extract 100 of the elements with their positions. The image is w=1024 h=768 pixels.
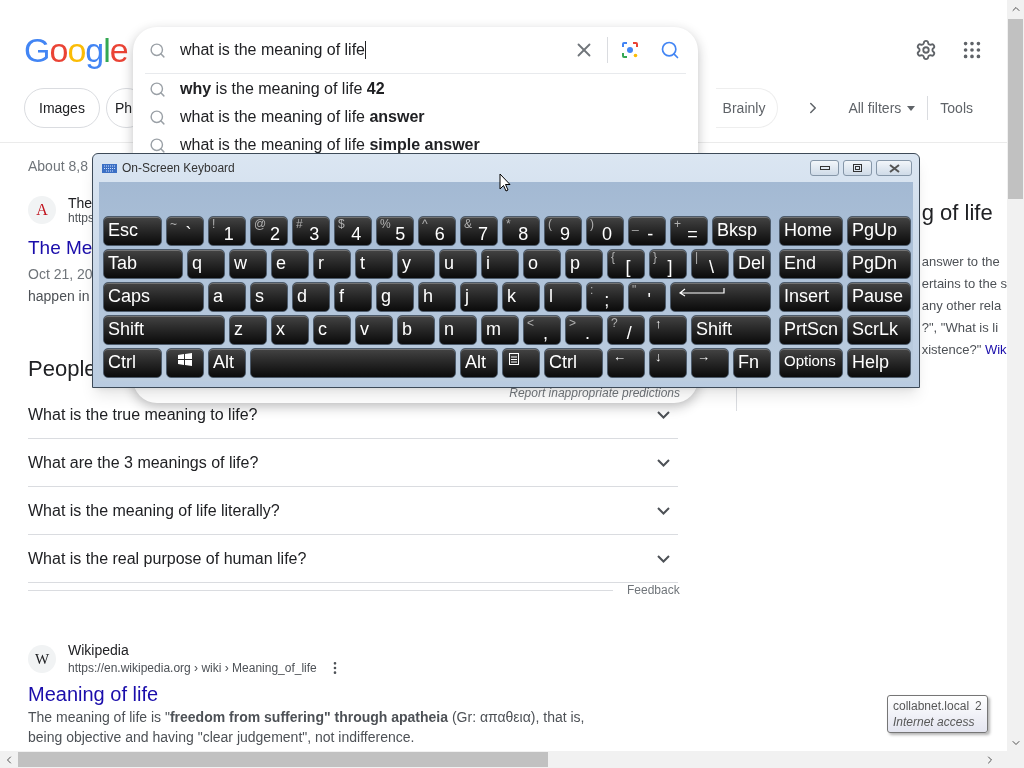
keyboard-key[interactable]: g — [376, 282, 414, 312]
keyboard-key[interactable]: ↑ — [649, 315, 687, 345]
keyboard-key[interactable]: PgUp — [847, 216, 911, 246]
keyboard-key[interactable]: $ 4 — [334, 216, 372, 246]
keyboard-key[interactable]: m — [481, 315, 519, 345]
keyboard-key[interactable]: { [ — [607, 249, 645, 279]
wikipedia-link[interactable]: Wik — [984, 342, 1007, 357]
keyboard-key[interactable]: h — [418, 282, 456, 312]
close-button[interactable] — [876, 160, 912, 176]
keyboard-key[interactable]: s — [250, 282, 288, 312]
keyboard-key[interactable]: r — [313, 249, 351, 279]
space-key[interactable] — [250, 348, 456, 378]
scrollbar-thumb[interactable] — [18, 752, 548, 767]
keyboard-key[interactable]: } ] — [649, 249, 687, 279]
keyboard-key[interactable]: & 7 — [460, 216, 498, 246]
keyboard-key[interactable]: u — [439, 249, 477, 279]
keyboard-key[interactable]: w — [229, 249, 267, 279]
keyboard-key[interactable]: Pause — [847, 282, 911, 312]
keyboard-key[interactable]: < , — [523, 315, 561, 345]
scrollbar-thumb[interactable] — [1008, 19, 1023, 199]
keyboard-key[interactable]: _ - — [628, 216, 666, 246]
minimize-button[interactable] — [810, 160, 839, 176]
keyboard-key[interactable]: Fn — [733, 348, 771, 378]
keyboard-key[interactable]: Shift — [691, 315, 771, 345]
keyboard-key[interactable]: Alt — [460, 348, 498, 378]
keyboard-key[interactable]: ~ ` — [166, 216, 204, 246]
question-row[interactable]: What is the real purpose of human life? — [28, 535, 678, 583]
question-row[interactable]: What is the meaning of life literally? — [28, 487, 678, 535]
keyboard-key[interactable]: c — [313, 315, 351, 345]
settings-icon[interactable] — [915, 39, 937, 61]
keyboard-key[interactable]: Home — [779, 216, 843, 246]
keyboard-key[interactable]: @ 2 — [250, 216, 288, 246]
keyboard-key[interactable]: → — [691, 348, 729, 378]
keyboard-key[interactable]: Shift — [103, 315, 225, 345]
search-icon[interactable] — [660, 40, 680, 60]
keyboard-key[interactable]: o — [523, 249, 561, 279]
keyboard-key[interactable]: ! 1 — [208, 216, 246, 246]
tools-button[interactable]: Tools — [940, 90, 973, 126]
keyboard-key[interactable]: PgDn — [847, 249, 911, 279]
result-title-link[interactable]: The Me — [28, 235, 93, 261]
keyboard-key[interactable]: Options — [779, 348, 843, 378]
keyboard-key[interactable]: * 8 — [502, 216, 540, 246]
keyboard-key[interactable]: + = — [670, 216, 708, 246]
horizontal-scrollbar[interactable] — [0, 751, 1024, 768]
keyboard-key[interactable]: n — [439, 315, 477, 345]
feedback-link[interactable]: Feedback — [627, 581, 680, 599]
menu-key[interactable] — [502, 348, 540, 378]
question-row[interactable]: What are the 3 meanings of life? — [28, 439, 678, 487]
keyboard-key[interactable]: b — [397, 315, 435, 345]
keyboard-key[interactable]: ( 9 — [544, 216, 582, 246]
all-filters-button[interactable]: All filters — [848, 90, 916, 126]
keyboard-key[interactable]: Alt — [208, 348, 246, 378]
apps-grid-icon[interactable] — [961, 39, 983, 61]
keyboard-key[interactable]: Caps — [103, 282, 204, 312]
keyboard-key[interactable]: ) 0 — [586, 216, 624, 246]
keyboard-key[interactable]: Insert — [779, 282, 843, 312]
keyboard-key[interactable]: ScrLk — [847, 315, 911, 345]
keyboard-key[interactable]: ^ 6 — [418, 216, 456, 246]
keyboard-key[interactable]: Del — [733, 249, 771, 279]
keyboard-key[interactable]: > . — [565, 315, 603, 345]
keyboard-key[interactable]: | \ — [691, 249, 729, 279]
keyboard-key[interactable]: p — [565, 249, 603, 279]
keyboard-key[interactable]: y — [397, 249, 435, 279]
keyboard-key[interactable]: % 5 — [376, 216, 414, 246]
vertical-scrollbar[interactable] — [1007, 0, 1024, 751]
keyboard-key[interactable]: l — [544, 282, 582, 312]
search-field[interactable]: what is the meaning of life — [180, 38, 573, 62]
restore-button[interactable] — [843, 160, 872, 176]
keyboard-key[interactable]: Ctrl — [544, 348, 603, 378]
keyboard-key[interactable]: i — [481, 249, 519, 279]
keyboard-key[interactable]: ← — [607, 348, 645, 378]
keyboard-key[interactable]: ? / — [607, 315, 645, 345]
keyboard-key[interactable]: q — [187, 249, 225, 279]
keyboard-key[interactable]: PrtScn — [779, 315, 843, 345]
return-arrow-icon — [677, 287, 725, 297]
keyboard-key[interactable]: f — [334, 282, 372, 312]
enter-key[interactable] — [670, 282, 771, 312]
keyboard-key[interactable]: ↓ — [649, 348, 687, 378]
result-title-link[interactable]: Meaning of life — [28, 681, 159, 707]
google-logo[interactable]: Google — [24, 30, 128, 70]
camera-lens-icon[interactable] — [620, 40, 640, 60]
keyboard-key[interactable]: # 3 — [292, 216, 330, 246]
keyboard-key[interactable]: a — [208, 282, 246, 312]
keyboard-key[interactable]: z — [229, 315, 267, 345]
keyboard-key[interactable]: Bksp — [712, 216, 771, 246]
keyboard-key[interactable]: Help — [847, 348, 911, 378]
keyboard-key[interactable]: k — [502, 282, 540, 312]
keyboard-key[interactable]: x — [271, 315, 309, 345]
keyboard-key[interactable]: j — [460, 282, 498, 312]
keyboard-key[interactable]: Esc — [103, 216, 162, 246]
keyboard-key[interactable]: v — [355, 315, 393, 345]
windows-key[interactable] — [166, 348, 204, 378]
keyboard-key[interactable]: t — [355, 249, 393, 279]
keyboard-key[interactable]: d — [292, 282, 330, 312]
keyboard-key[interactable]: " ' — [628, 282, 666, 312]
keyboard-key[interactable]: Tab — [103, 249, 183, 279]
keyboard-key[interactable]: End — [779, 249, 843, 279]
keyboard-key[interactable]: : ; — [586, 282, 624, 312]
keyboard-key[interactable]: Ctrl — [103, 348, 162, 378]
keyboard-key[interactable]: e — [271, 249, 309, 279]
